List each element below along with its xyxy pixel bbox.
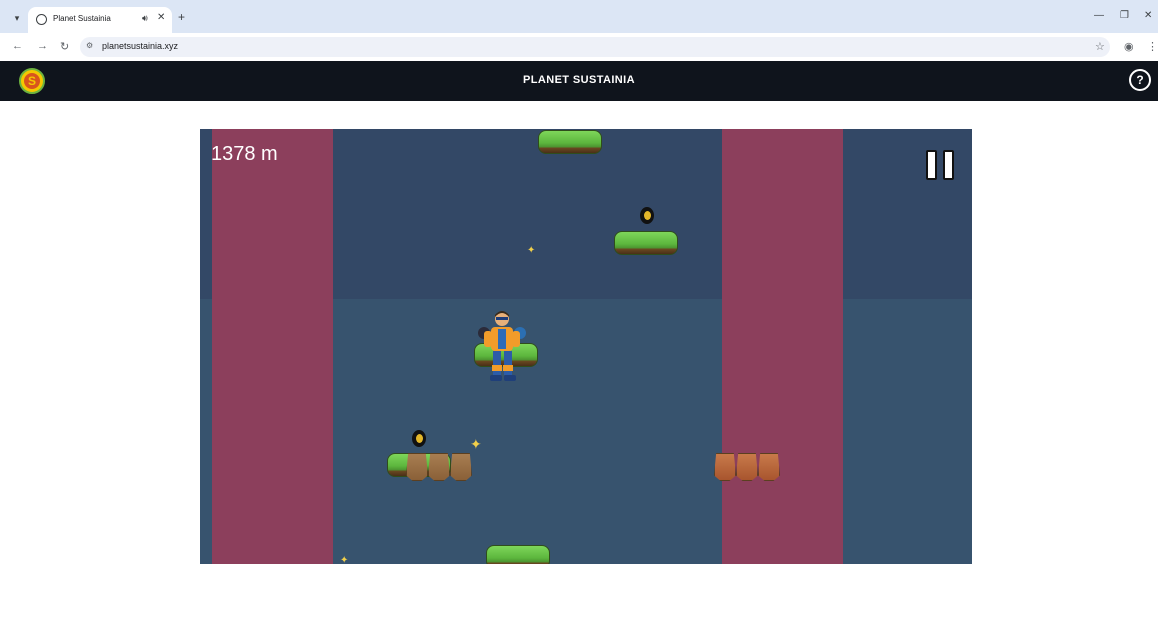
reload-icon[interactable]: ↻ bbox=[60, 40, 69, 53]
url-field[interactable]: ⚙ planetsustainia.xyz bbox=[80, 37, 1110, 57]
browser-tab[interactable]: Planet Sustainia 🔊︎ ✕ bbox=[28, 7, 172, 33]
plus-icon[interactable]: + bbox=[178, 10, 185, 24]
distance-counter: 1378 m bbox=[211, 143, 278, 165]
close-icon[interactable]: ✕ bbox=[157, 12, 165, 23]
url-text[interactable]: planetsustainia.xyz bbox=[102, 41, 178, 51]
broken-platform bbox=[406, 453, 472, 481]
restore-icon[interactable]: ❐ bbox=[1120, 10, 1129, 21]
pause-button[interactable] bbox=[926, 150, 956, 180]
coin-icon bbox=[640, 207, 654, 224]
globe-icon bbox=[36, 14, 47, 25]
broken-piece bbox=[450, 453, 472, 481]
broken-platform bbox=[714, 453, 780, 481]
broken-piece bbox=[714, 453, 736, 481]
help-button[interactable]: ? bbox=[1129, 69, 1151, 91]
pause-icon bbox=[943, 150, 954, 180]
site-header: S PLANET SUSTAINIA ? bbox=[0, 61, 1158, 101]
grass-platform bbox=[486, 545, 550, 564]
pause-icon bbox=[926, 150, 937, 180]
game-canvas[interactable]: 1378 m ✦ ✦ ✦ bbox=[200, 129, 972, 564]
tune-icon[interactable]: ⚙ bbox=[86, 41, 93, 50]
coin-face bbox=[643, 211, 651, 220]
tab-title: Planet Sustainia bbox=[53, 14, 111, 23]
sparkle-icon: ✦ bbox=[527, 245, 536, 256]
sparkle-icon: ✦ bbox=[470, 436, 482, 452]
site-title: PLANET SUSTAINIA bbox=[523, 74, 635, 86]
address-bar: ← → ↻ ⚙ planetsustainia.xyz ☆ ◉ ⋮ bbox=[0, 33, 1158, 61]
broken-piece bbox=[758, 453, 780, 481]
close-icon[interactable]: ✕ bbox=[1144, 10, 1152, 21]
player-character bbox=[478, 311, 526, 381]
danger-zone-left bbox=[212, 129, 333, 564]
kebab-menu-icon[interactable]: ⋮ bbox=[1147, 40, 1158, 53]
back-arrow-icon[interactable]: ← bbox=[12, 40, 23, 52]
star-icon[interactable]: ☆ bbox=[1095, 40, 1105, 53]
grass-platform bbox=[538, 130, 602, 154]
broken-piece bbox=[406, 453, 428, 481]
danger-zone-right bbox=[722, 129, 843, 564]
coin-icon bbox=[412, 430, 426, 447]
browser-tab-bar: ▾ Planet Sustainia 🔊︎ ✕ + — ❐ ✕ bbox=[0, 0, 1158, 33]
forward-arrow-icon[interactable]: → bbox=[37, 40, 48, 52]
coin-face bbox=[415, 434, 423, 443]
minimize-icon[interactable]: — bbox=[1094, 10, 1104, 21]
speaker-icon[interactable]: 🔊︎ bbox=[142, 13, 148, 24]
grass-platform bbox=[614, 231, 678, 255]
broken-piece bbox=[428, 453, 450, 481]
profile-icon[interactable]: ◉ bbox=[1124, 40, 1134, 53]
sparkle-icon: ✦ bbox=[340, 555, 349, 565]
chevron-down-icon[interactable]: ▾ bbox=[10, 11, 24, 25]
broken-piece bbox=[736, 453, 758, 481]
